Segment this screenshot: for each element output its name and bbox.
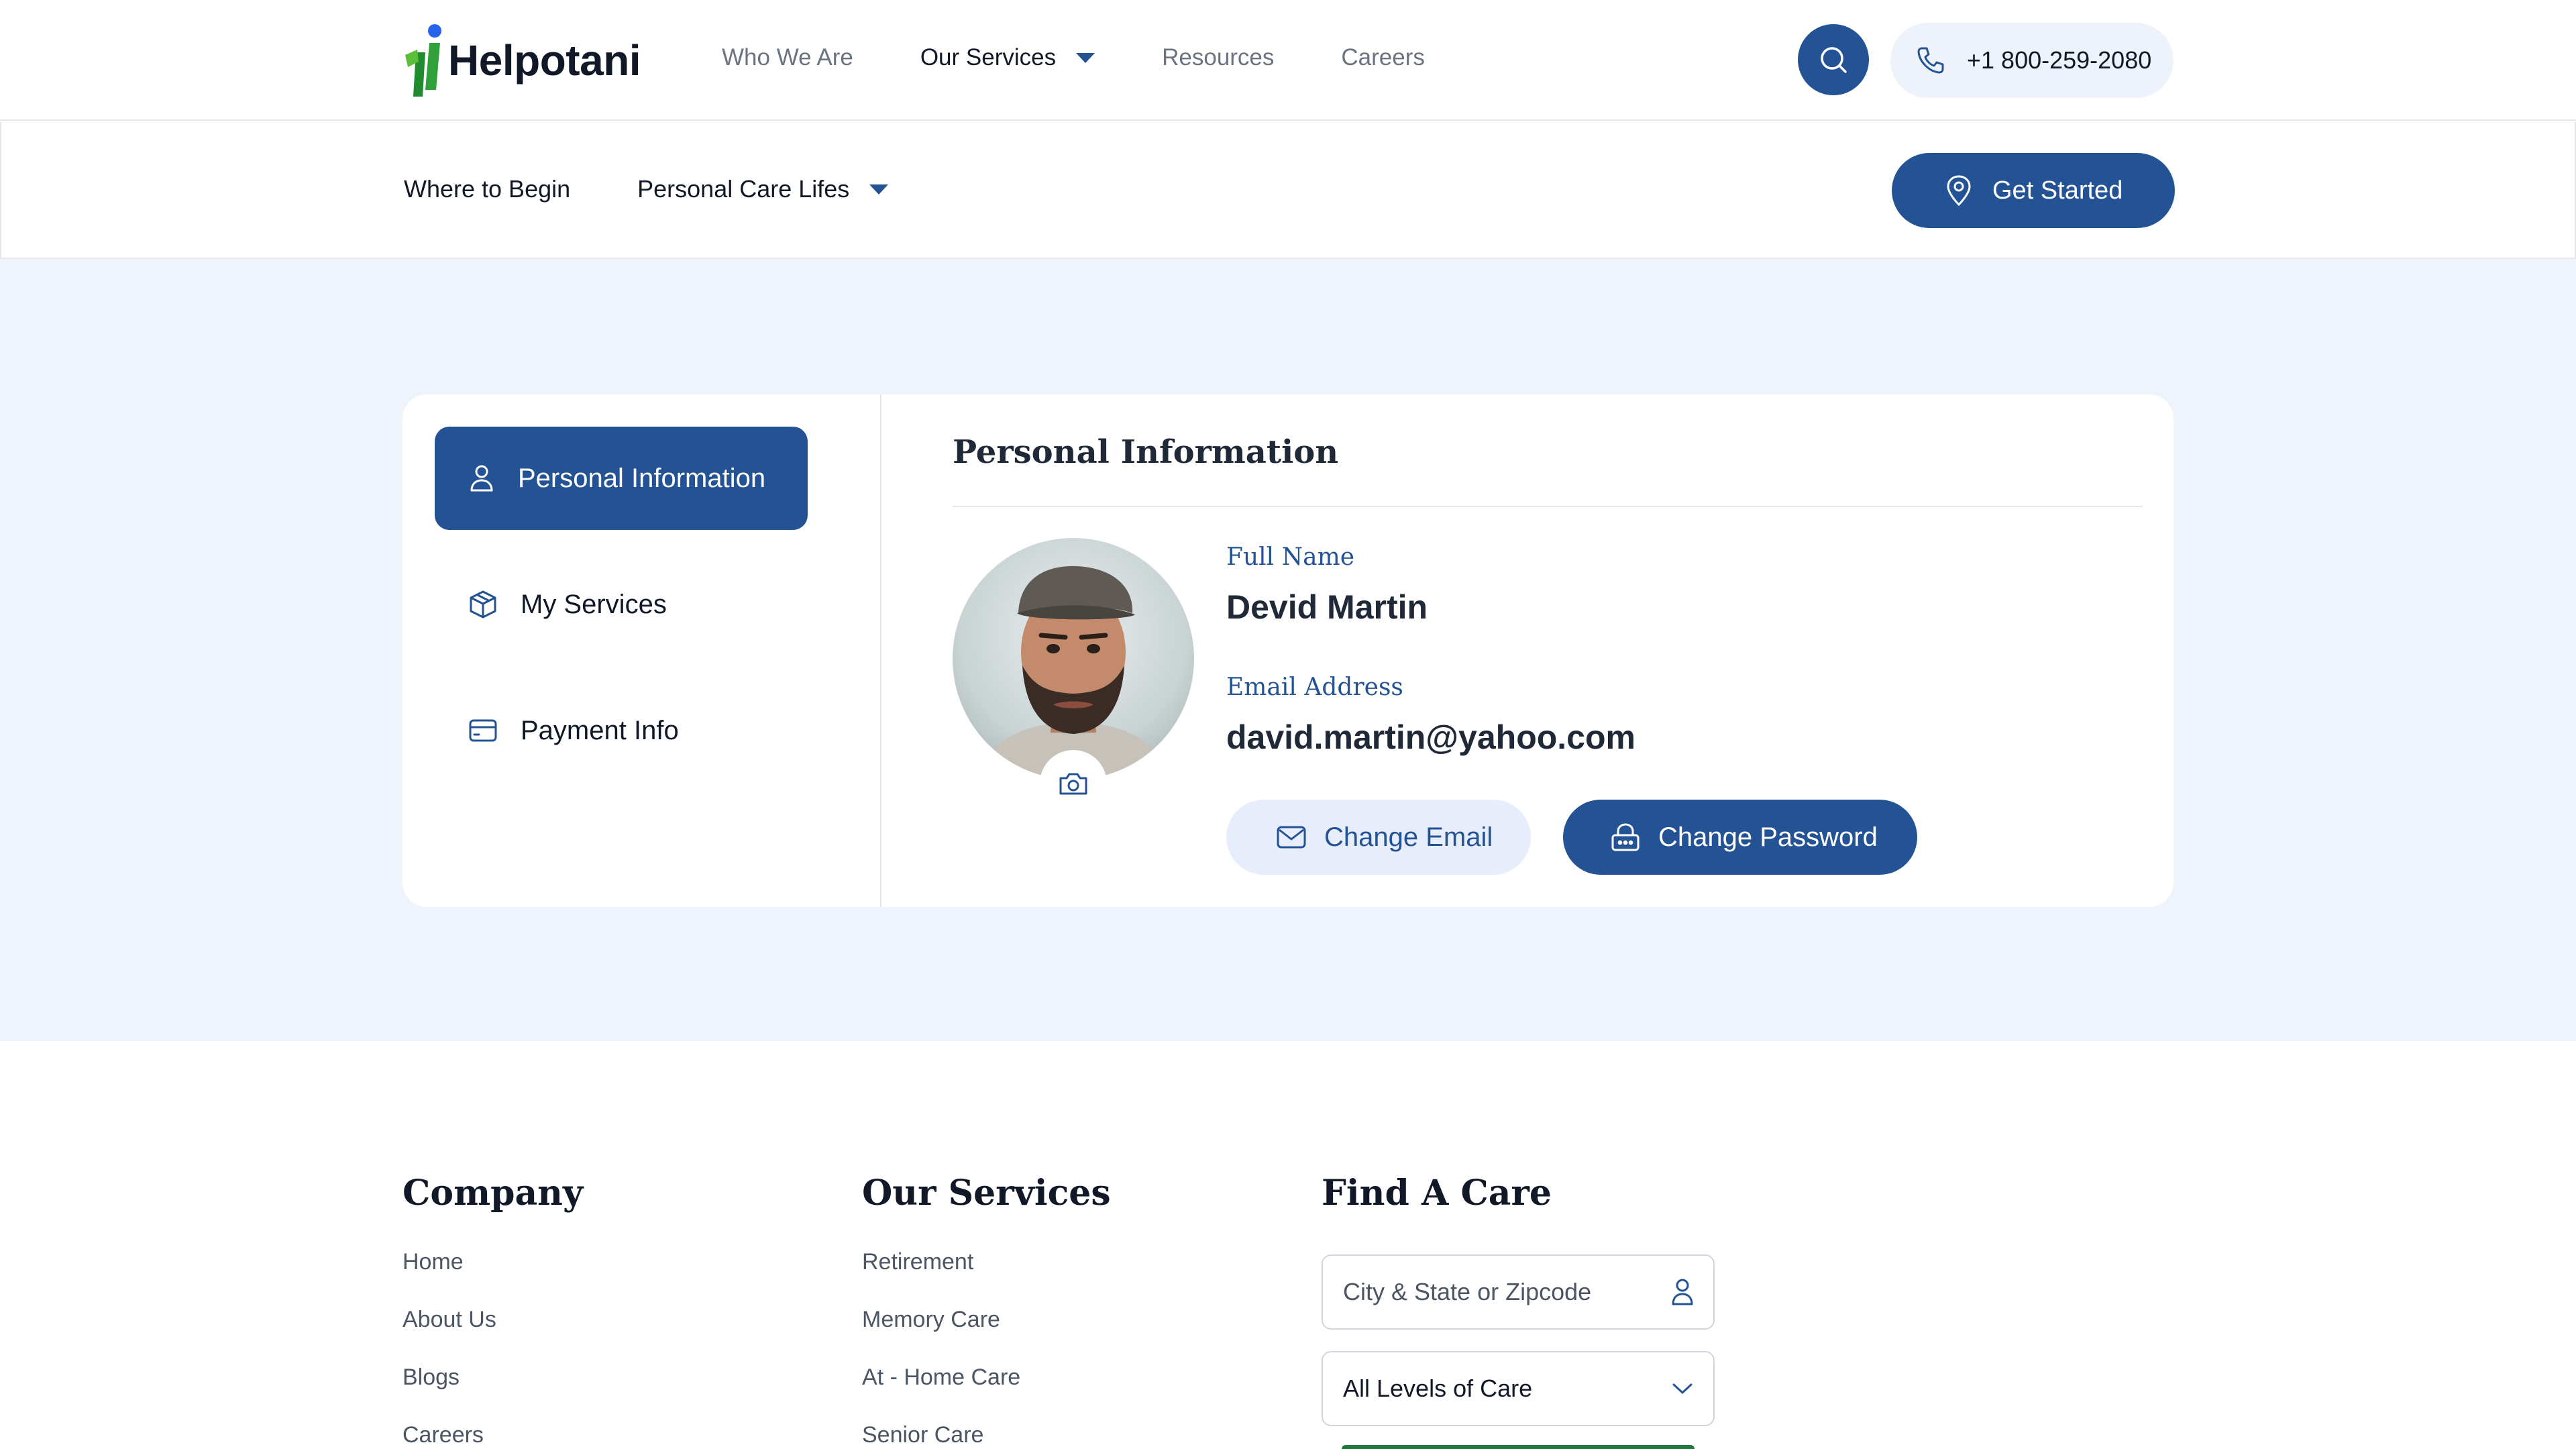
footer-link-retirement[interactable]: Retirement [862, 1248, 1111, 1306]
email-value: david.martin@yahoo.com [1226, 718, 1635, 756]
nav-who-we-are[interactable]: Who We Are [722, 44, 853, 71]
search-button[interactable] [1798, 24, 1869, 95]
avatar-portrait [979, 566, 1167, 780]
divider [953, 506, 2143, 507]
secondary-menu: Where to Begin Personal Care Lifes [404, 169, 955, 209]
find-care-button[interactable] [1342, 1445, 1695, 1449]
phone-icon [1917, 47, 1944, 74]
top-navigation: Helpotani Who We Are Our Services Resour… [0, 0, 2576, 121]
profile-card: Personal Information My Services Payment… [402, 394, 2174, 907]
footer-find-title: Find A Care [1322, 1173, 1552, 1214]
footer-services: Our Services Retirement Memory Care At -… [862, 1173, 1111, 1449]
location-pin-icon [1947, 175, 1971, 207]
phone-number: +1 800-259-2080 [1967, 46, 2152, 74]
brand-name: Helpotani [448, 36, 641, 85]
location-placeholder: City & State or Zipcode [1343, 1278, 1592, 1305]
sidebar-item-label: Payment Info [521, 715, 679, 745]
footer-company: Company Home About Us Blogs Careers [402, 1173, 583, 1449]
sidebar-item-personal-information[interactable]: Personal Information [435, 427, 808, 530]
main-menu: Who We Are Our Services Resources Career… [722, 38, 1492, 78]
subnav-where-to-begin[interactable]: Where to Begin [404, 175, 570, 203]
footer-services-title: Our Services [862, 1173, 1111, 1214]
change-email-label: Change Email [1324, 822, 1493, 852]
search-icon [1821, 47, 1847, 73]
footer-services-links: Retirement Memory Care At - Home Care Se… [862, 1248, 1111, 1449]
footer-find-care: Find A Care [1322, 1173, 1552, 1214]
footer-link-senior-care[interactable]: Senior Care [862, 1421, 1111, 1449]
user-icon [470, 465, 493, 492]
location-input[interactable]: City & State or Zipcode [1322, 1254, 1715, 1330]
change-password-button[interactable]: Change Password [1563, 800, 1917, 875]
camera-icon [1059, 773, 1087, 795]
footer-link-home[interactable]: Home [402, 1248, 583, 1306]
sidebar-item-payment-info[interactable]: Payment Info [435, 679, 808, 782]
footer-link-memory-care[interactable]: Memory Care [862, 1306, 1111, 1364]
nav-our-services[interactable]: Our Services [920, 44, 1095, 71]
phone-button[interactable]: +1 800-259-2080 [1890, 23, 2174, 98]
change-photo-button[interactable] [1040, 750, 1107, 817]
nav-resources[interactable]: Resources [1162, 44, 1274, 71]
sidebar-item-my-services[interactable]: My Services [435, 553, 808, 656]
full-name-label: Full Name [1226, 543, 1355, 571]
mail-icon [1277, 826, 1306, 849]
avatar [953, 538, 1194, 780]
footer-company-links: Home About Us Blogs Careers [402, 1248, 583, 1449]
nav-careers[interactable]: Careers [1341, 44, 1424, 71]
change-password-label: Change Password [1658, 822, 1878, 852]
user-icon [1672, 1279, 1693, 1305]
get-started-button[interactable]: Get Started [1892, 153, 2175, 228]
box-icon [470, 590, 496, 619]
care-level-value: All Levels of Care [1343, 1375, 1533, 1402]
credit-card-icon [469, 719, 497, 742]
caret-down-icon [869, 184, 889, 195]
sidebar-item-label: My Services [521, 589, 667, 619]
section-title: Personal Information [953, 433, 1339, 471]
caret-down-icon [1076, 52, 1095, 63]
brand-logo[interactable]: Helpotani [402, 23, 641, 98]
lock-icon [1611, 823, 1640, 851]
footer-link-at-home-care[interactable]: At - Home Care [862, 1364, 1111, 1421]
full-name-value: Devid Martin [1226, 588, 1428, 626]
change-email-button[interactable]: Change Email [1226, 800, 1531, 875]
footer-link-careers[interactable]: Careers [402, 1421, 583, 1449]
secondary-navigation: Where to Begin Personal Care Lifes Get S… [0, 122, 2576, 259]
footer-link-about-us[interactable]: About Us [402, 1306, 583, 1364]
sidebar-item-label: Personal Information [518, 463, 766, 493]
care-level-select[interactable]: All Levels of Care [1322, 1351, 1715, 1426]
footer-company-title: Company [402, 1173, 584, 1214]
chevron-down-icon [1672, 1383, 1693, 1394]
logo-icon [405, 24, 441, 97]
get-started-label: Get Started [1992, 176, 2123, 205]
subnav-personal-care[interactable]: Personal Care Lifes [637, 175, 889, 203]
email-label: Email Address [1226, 674, 1403, 701]
nav-our-services-label: Our Services [920, 44, 1057, 70]
subnav-personal-care-label: Personal Care Lifes [637, 175, 850, 203]
account-sidebar: Personal Information My Services Payment… [402, 394, 881, 907]
footer-link-blogs[interactable]: Blogs [402, 1364, 583, 1421]
